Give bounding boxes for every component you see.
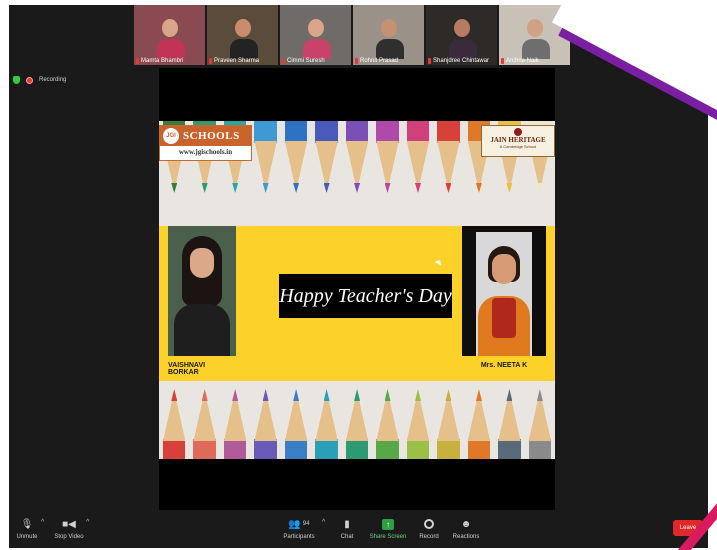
- reactions-label: Reactions: [452, 534, 480, 540]
- pencil: [159, 383, 189, 459]
- stop-video-label: Stop Video: [54, 534, 84, 540]
- participant-video: [302, 19, 331, 59]
- recording-label: Recording: [39, 77, 67, 83]
- mic-muted-icon: [282, 58, 285, 64]
- participant-thumbnail[interactable]: Cimmi Suresh: [280, 5, 351, 65]
- video-options-caret[interactable]: ^: [86, 519, 89, 526]
- jgi-url: www.jgischools.in: [178, 148, 233, 156]
- pencil: [220, 383, 250, 459]
- jgi-schools-logo: JGI SCHOOLS www.jgischools.in: [159, 125, 252, 161]
- pencil: [433, 121, 463, 216]
- unmute-label: Unmute: [16, 534, 38, 540]
- pencil: [372, 121, 402, 216]
- participant-video: [375, 19, 404, 59]
- meeting-toolbar: 🎙 Unmute ^ ■◀ Stop Video ^ 👥 94 Participa…: [9, 510, 708, 548]
- participant-thumbnail[interactable]: Shanjdree Chintawar: [426, 5, 497, 65]
- pencils-bottom: [159, 383, 555, 459]
- audio-options-caret[interactable]: ^: [41, 519, 44, 526]
- participant-video: [156, 19, 185, 59]
- mic-muted-icon: [355, 58, 358, 64]
- student-name: VAISHNAVI BORKAR: [168, 362, 206, 376]
- pencil: [464, 383, 494, 459]
- participants-options-caret[interactable]: ^: [322, 519, 325, 526]
- record-label: Record: [419, 534, 439, 540]
- zoom-meeting-window: Mamta Bhambri Praveen Sharma Cimmi Suresh R…: [9, 5, 708, 548]
- smiley-icon: ☻: [460, 518, 472, 530]
- participants-count: 94: [302, 521, 310, 527]
- pencil: [342, 121, 372, 216]
- pencil: [250, 121, 280, 216]
- participant-video: [521, 19, 550, 59]
- participants-button[interactable]: 👥 94 Participants: [279, 518, 319, 541]
- chat-bubble-icon: ▮: [344, 518, 350, 530]
- pencil: [281, 121, 311, 216]
- participant-name: Archna Naik: [506, 58, 539, 64]
- participant-name: Mamta Bhambri: [141, 58, 184, 64]
- pencil: [189, 383, 219, 459]
- pencil: [525, 383, 555, 459]
- unmute-button[interactable]: 🎙 Unmute: [13, 518, 41, 541]
- teacher-name: Mrs. NEETA K: [480, 362, 528, 369]
- share-screen-icon: ↑: [382, 518, 394, 530]
- chat-label: Chat: [340, 534, 354, 540]
- shared-screen: JGI SCHOOLS www.jgischools.in JAIN HERIT…: [159, 68, 555, 514]
- chat-button[interactable]: ▮ Chat: [333, 518, 361, 541]
- participants-icon: 👥 94: [288, 518, 310, 530]
- screenshot-stage: Mamta Bhambri Praveen Sharma Cimmi Suresh R…: [0, 0, 717, 550]
- participant-thumbnail[interactable]: Praveen Sharma: [207, 5, 278, 65]
- share-screen-button[interactable]: ↑ Share Screen: [366, 518, 410, 540]
- participant-name: Cimmi Suresh: [287, 58, 325, 64]
- mic-muted-icon: [136, 58, 139, 64]
- share-screen-label: Share Screen: [369, 534, 407, 540]
- school-emblem-icon: [514, 128, 522, 136]
- pencil: [342, 383, 372, 459]
- pencil: [403, 121, 433, 216]
- participant-thumbnail[interactable]: Rohnit Prasad: [353, 5, 424, 65]
- shield-icon: [13, 76, 20, 84]
- participant-name: Rohnit Prasad: [360, 58, 399, 64]
- yellow-band: Happy Teacher's Day VAISHNAVI BORKAR Mrs…: [159, 226, 555, 381]
- jgi-mark: JGI: [163, 128, 179, 144]
- recording-dot-icon: [26, 76, 33, 84]
- mic-muted-icon: [209, 58, 212, 64]
- participant-name: Praveen Sharma: [214, 58, 260, 64]
- slide: JGI SCHOOLS www.jgischools.in JAIN HERIT…: [159, 121, 555, 459]
- record-button[interactable]: Record: [415, 518, 443, 540]
- jgi-title: SCHOOLS: [183, 130, 240, 142]
- jain-heritage-subtitle: A Cambridge School: [499, 144, 537, 149]
- pencil: [311, 121, 341, 216]
- record-icon: [424, 519, 434, 529]
- participant-thumbnails: Mamta Bhambri Praveen Sharma Cimmi Suresh R…: [134, 5, 570, 65]
- jain-heritage-logo: JAIN HERITAGE A Cambridge School: [481, 125, 555, 157]
- participants-label: Participants: [283, 534, 315, 540]
- participant-name: Shanjdree Chintawar: [433, 58, 490, 64]
- recording-indicator: Recording: [13, 76, 66, 84]
- reactions-button[interactable]: ☻ Reactions: [449, 518, 483, 541]
- mic-muted-icon: [428, 58, 431, 64]
- microphone-muted-icon: 🎙: [20, 518, 34, 530]
- mic-muted-icon: [501, 58, 504, 64]
- pencil: [433, 383, 463, 459]
- mouse-cursor-icon: [434, 258, 444, 266]
- participant-video: [448, 19, 477, 59]
- teacher-photo: [462, 226, 546, 356]
- student-photo: [168, 226, 236, 356]
- pencil: [403, 383, 433, 459]
- happy-teachers-day-banner: Happy Teacher's Day: [279, 274, 452, 318]
- pencil: [372, 383, 402, 459]
- pencil: [281, 383, 311, 459]
- pencil: [494, 383, 524, 459]
- stop-video-button[interactable]: ■◀ Stop Video: [51, 518, 87, 541]
- pencil: [311, 383, 341, 459]
- video-camera-icon: ■◀: [62, 518, 76, 530]
- participant-video: [229, 19, 258, 59]
- participant-thumbnail[interactable]: Mamta Bhambri: [134, 5, 205, 65]
- jain-heritage-title: JAIN HERITAGE: [490, 136, 546, 144]
- pencil: [250, 383, 280, 459]
